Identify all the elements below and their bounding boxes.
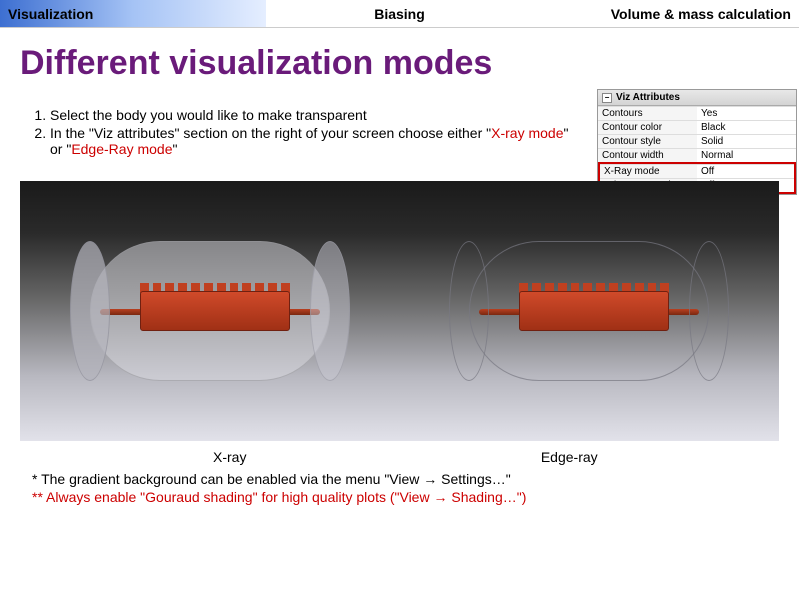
instr2-edge: Edge-Ray mode <box>71 141 172 157</box>
tab-bar: Visualization Biasing Volume & mass calc… <box>0 0 799 28</box>
viz-attr-key: X-Ray mode <box>600 165 697 178</box>
viz-attr-key: Contour width <box>598 149 697 162</box>
viz-attr-row[interactable]: Contour color Black <box>598 120 796 134</box>
tab-visualization[interactable]: Visualization <box>0 0 266 27</box>
page-title: Different visualization modes <box>20 44 779 83</box>
footnote-1: * The gradient background can be enabled… <box>32 471 767 487</box>
instr2-post: " <box>172 141 177 157</box>
cylinder-endcap-right <box>310 241 350 381</box>
render-area <box>20 181 779 441</box>
xray-render <box>50 221 370 401</box>
tab-biasing[interactable]: Biasing <box>266 0 532 27</box>
caption-xray: X-ray <box>70 449 390 465</box>
viz-attr-val: Solid <box>697 135 796 148</box>
edgeray-render <box>429 221 749 401</box>
viz-attr-row[interactable]: Contours Yes <box>598 106 796 120</box>
footnote-2: ** Always enable "Gouraud shading" for h… <box>32 489 767 505</box>
instruction-2: In the "Viz attributes" section on the r… <box>50 125 580 157</box>
fn1-pre: * The gradient background can be enabled… <box>32 471 423 487</box>
arrow-icon: → <box>433 489 447 505</box>
viz-attr-key: Contour color <box>598 121 697 134</box>
viz-attr-val: Normal <box>697 149 796 162</box>
instruction-1: Select the body you would like to make t… <box>50 107 580 123</box>
viz-attributes-header[interactable]: − Viz Attributes <box>598 90 796 106</box>
viz-attr-key: Contour style <box>598 135 697 148</box>
viz-attributes-panel: − Viz Attributes Contours Yes Contour co… <box>597 89 797 195</box>
viz-attr-row[interactable]: Contour style Solid <box>598 134 796 148</box>
viz-attr-row-xray[interactable]: X-Ray mode Off <box>600 164 794 178</box>
viz-attr-val: Off <box>697 165 794 178</box>
fn2-paren-pre: ("View <box>386 489 434 505</box>
footnotes: * The gradient background can be enabled… <box>20 471 779 505</box>
fn1-post: Settings…" <box>437 471 510 487</box>
cylinder-endcap-right <box>689 241 729 381</box>
viz-attr-val: Yes <box>697 107 796 120</box>
viz-attr-header-label: Viz Attributes <box>616 92 680 103</box>
collapse-icon[interactable]: − <box>602 93 612 103</box>
fn2-pre: ** Always enable " <box>32 489 145 505</box>
captions-row: X-ray Edge-ray <box>20 441 779 469</box>
fn2-em: Gouraud shading <box>145 489 252 505</box>
instr2-xray: X-ray mode <box>491 125 563 141</box>
instructions-list: Select the body you would like to make t… <box>20 107 580 157</box>
viz-attr-row[interactable]: Contour width Normal <box>598 148 796 162</box>
arrow-icon: → <box>423 471 437 487</box>
caption-edgeray: Edge-ray <box>409 449 729 465</box>
viz-attr-val: Black <box>697 121 796 134</box>
instr2-pre: In the "Viz attributes" section on the r… <box>50 125 491 141</box>
instructions-wrap: Select the body you would like to make t… <box>20 107 779 157</box>
inner-block <box>140 291 290 331</box>
viz-attr-key: Contours <box>598 107 697 120</box>
fn2-paren-post: Shading…") <box>447 489 526 505</box>
fn2-mid: " for high quality plots <box>253 489 386 505</box>
cylinder-endcap-left <box>70 241 110 381</box>
content-area: Different visualization modes Select the… <box>0 28 799 515</box>
tab-volume-mass[interactable]: Volume & mass calculation <box>533 0 799 27</box>
cylinder-endcap-left <box>449 241 489 381</box>
inner-block <box>519 291 669 331</box>
